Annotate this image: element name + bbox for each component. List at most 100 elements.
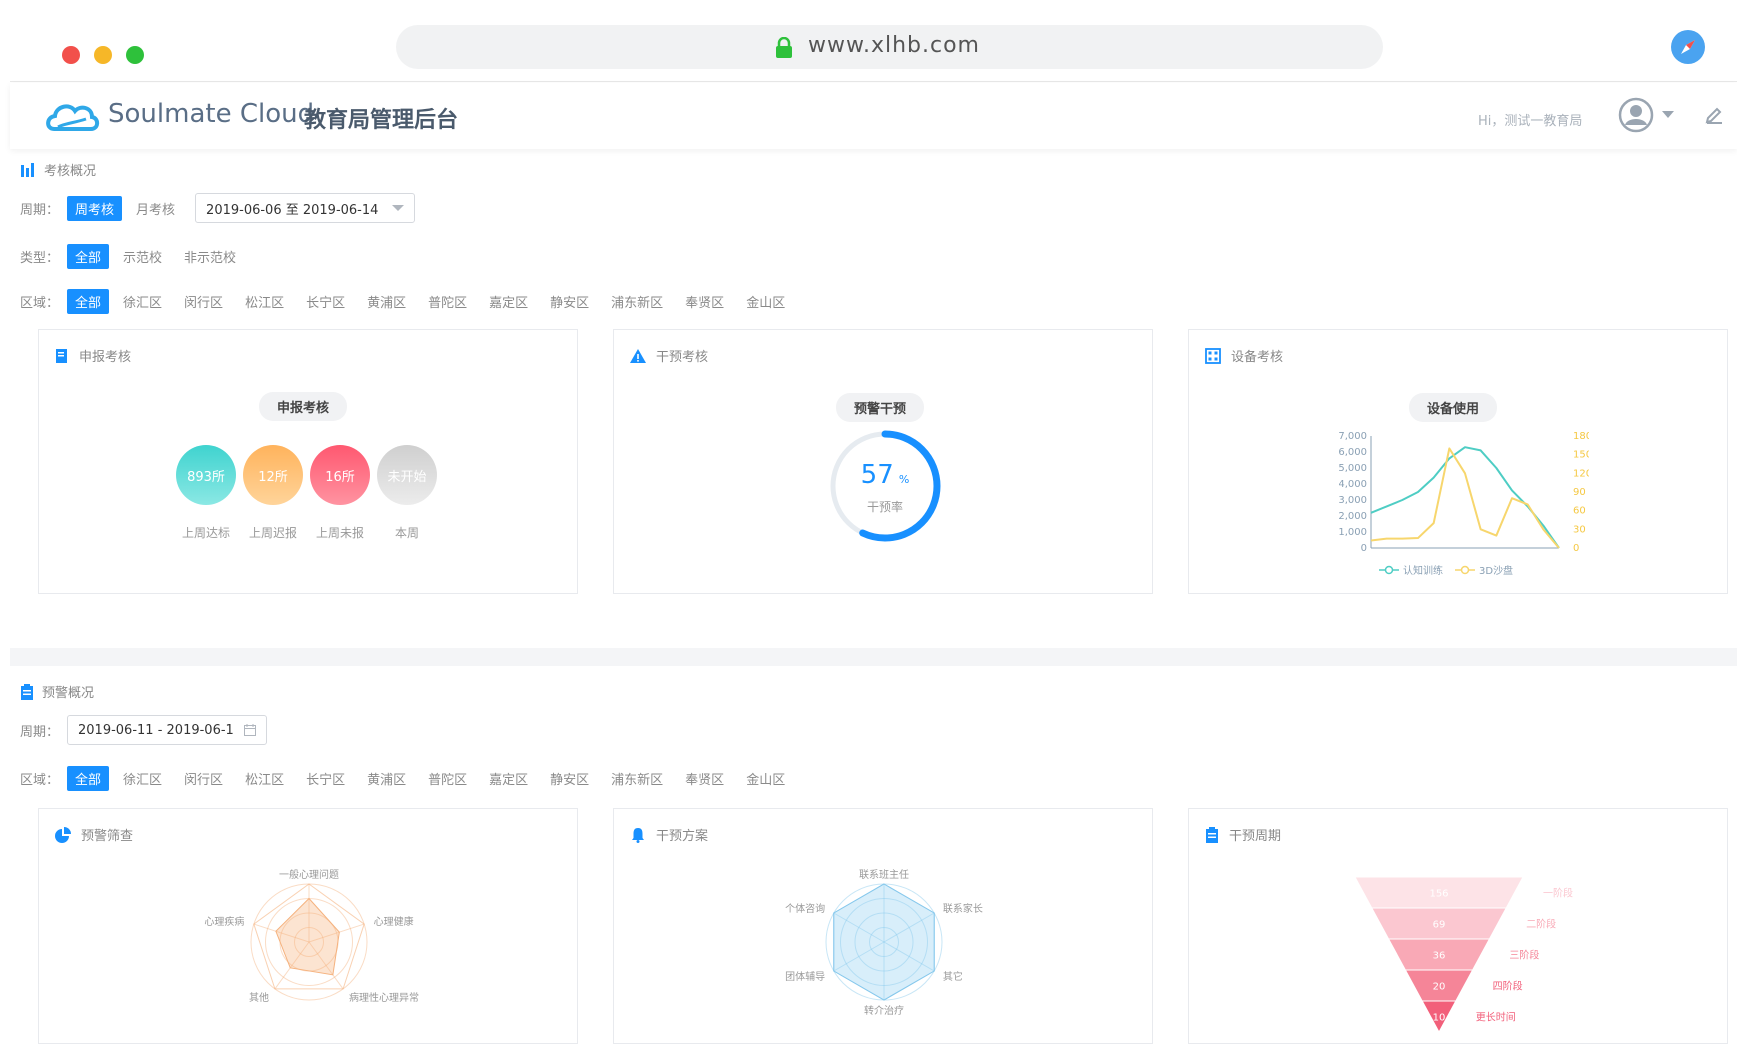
type-option-non-demo[interactable]: 非示范校 — [176, 244, 244, 269]
plan-radar-chart: 联系班主任联系家长其它转介治疗 团体辅导 个体咨询 — [785, 868, 983, 1017]
district-option[interactable]: 徐汇区 — [115, 766, 170, 791]
radar-indicator-label: 其他 — [249, 991, 269, 1004]
legend-label: 3D沙盘 — [1479, 564, 1513, 577]
device-pill: 设备使用 — [1409, 393, 1498, 422]
district-option[interactable]: 静安区 — [542, 766, 597, 791]
legend-marker — [1460, 565, 1470, 575]
funnel-category-label: 三阶段 — [1509, 949, 1539, 962]
district-option[interactable]: 金山区 — [738, 766, 793, 791]
maximize-window-button[interactable] — [126, 46, 144, 64]
district-option[interactable]: 嘉定区 — [481, 766, 536, 791]
status-circle-late: 12所 — [243, 445, 303, 505]
radar-indicator-label: 其它 — [943, 970, 963, 983]
chevron-down-icon[interactable] — [1662, 111, 1674, 119]
warning-date-range-input[interactable]: 2019-06-11 - 2019-06-1 — [67, 715, 267, 745]
district-option[interactable]: 静安区 — [542, 289, 597, 314]
district-option[interactable]: 闵行区 — [176, 766, 231, 791]
y-tick-right: 0 — [1573, 543, 1579, 554]
edit-icon[interactable] — [1704, 105, 1724, 125]
legend-label: 认知训练 — [1403, 564, 1443, 577]
district-option[interactable]: 徐汇区 — [115, 289, 170, 314]
type-filter: 类型： 全部 示范校 非示范校 — [20, 244, 250, 269]
district-option[interactable]: 黄浦区 — [359, 766, 414, 791]
radar-indicator-label: 联系家长 — [943, 902, 983, 915]
funnel-value-label: 156 — [1429, 889, 1448, 900]
user-avatar-icon[interactable] — [1618, 97, 1654, 133]
warning-district-filter: 区域： 全部 徐汇区 闵行区 松江区 长宁区 黄浦区 普陀区 嘉定区 静安区 浦… — [20, 766, 799, 791]
intervene-pill: 预警干预 — [836, 393, 925, 422]
y-tick-right: 60 — [1573, 506, 1586, 517]
radar-indicator-label: 一般心理问题 — [279, 868, 339, 881]
status-label: 上周达标 — [181, 526, 230, 540]
radar-indicator-label: 团体辅导 — [785, 970, 825, 983]
status-label: 上周未报 — [315, 526, 364, 540]
browser-chrome: www.xlhb.com — [10, 10, 1737, 82]
y-tick-right: 150 — [1573, 450, 1589, 461]
district-option[interactable]: 松江区 — [237, 289, 292, 314]
url-text: www.xlhb.com — [808, 33, 980, 58]
pie-chart-icon — [55, 826, 71, 843]
district-option[interactable]: 全部 — [67, 766, 110, 791]
district-option[interactable]: 金山区 — [738, 289, 793, 314]
funnel-category-label: 更长时间 — [1476, 1011, 1516, 1024]
compass-icon[interactable] — [1671, 30, 1705, 64]
district-option[interactable]: 长宁区 — [298, 766, 353, 791]
close-window-button[interactable] — [62, 46, 80, 64]
y-tick-right: 90 — [1573, 487, 1586, 498]
district-option[interactable]: 长宁区 — [298, 289, 353, 314]
screening-radar-chart: 一般心理问题心理健康病理性心理异常 其他 心理疾病 — [204, 868, 419, 1004]
status-circle-not-started: 未开始 — [377, 445, 437, 505]
district-option[interactable]: 松江区 — [237, 766, 292, 791]
district-option[interactable]: 浦东新区 — [603, 766, 671, 791]
y-tick-left: 6,000 — [1339, 447, 1367, 458]
district-option[interactable]: 普陀区 — [420, 289, 475, 314]
series-line — [1370, 446, 1560, 549]
type-option-demo[interactable]: 示范校 — [115, 244, 170, 269]
radar-indicator-label: 联系班主任 — [859, 868, 909, 881]
warning-overview-title: 预警概况 — [20, 682, 94, 701]
y-tick-left: 4,000 — [1339, 479, 1367, 490]
period-option-monthly[interactable]: 月考核 — [128, 196, 183, 221]
section-divider — [10, 648, 1737, 666]
intervene-rate-caption: 干预率 — [866, 500, 903, 514]
district-option[interactable]: 奉贤区 — [677, 289, 732, 314]
radar-indicator-label: 病理性心理异常 — [349, 991, 419, 1004]
type-option-all[interactable]: 全部 — [67, 244, 110, 269]
radar-indicator-label: 个体咨询 — [785, 902, 825, 915]
clipboard-icon — [21, 683, 33, 700]
district-option[interactable]: 黄浦区 — [359, 289, 414, 314]
district-option[interactable]: 全部 — [67, 289, 110, 314]
legend-marker — [1384, 565, 1394, 575]
status-circle-missing: 16所 — [310, 445, 370, 505]
bar-chart-icon — [21, 162, 34, 177]
minimize-window-button[interactable] — [94, 46, 112, 64]
cloud-logo-icon — [46, 104, 100, 131]
district-option[interactable]: 浦东新区 — [603, 289, 671, 314]
status-label: 本周 — [394, 526, 419, 540]
radar-series-area — [833, 883, 935, 1001]
funnel-category-label: 二阶段 — [1526, 918, 1556, 931]
bell-icon — [632, 827, 644, 843]
address-bar[interactable]: www.xlhb.com — [396, 25, 1383, 69]
funnel-category-label: 四阶段 — [1493, 980, 1523, 993]
district-option[interactable]: 嘉定区 — [481, 289, 536, 314]
exam-overview-title: 考核概况 — [20, 160, 96, 179]
app-header: Soulmate Cloud 教育局管理后台 Hi，测试一教育局 — [10, 83, 1737, 149]
period-option-weekly[interactable]: 周考核 — [67, 195, 123, 221]
intervene-rate-value: 57 — [860, 460, 894, 490]
district-option[interactable]: 普陀区 — [420, 766, 475, 791]
system-title: 教育局管理后台 — [304, 108, 459, 133]
district-option[interactable]: 奉贤区 — [677, 766, 732, 791]
status-circle-on-time: 893所 — [176, 445, 236, 505]
report-doc-icon — [56, 348, 67, 363]
y-tick-right: 180 — [1573, 431, 1589, 442]
intervene-exam-card: 干预考核 预警干预 57 % 干预率 — [613, 329, 1153, 594]
y-tick-left: 3,000 — [1339, 495, 1367, 506]
funnel-category-label: 一阶段 — [1543, 887, 1573, 900]
district-option[interactable]: 闵行区 — [176, 289, 231, 314]
chevron-down-icon — [392, 204, 405, 211]
y-tick-left: 1,000 — [1339, 527, 1367, 538]
radar-indicator-label: 心理疾病 — [204, 915, 244, 928]
radar-indicator-label: 心理健康 — [374, 915, 414, 928]
date-range-select[interactable]: 2019-06-06 至 2019-06-14 — [195, 193, 416, 223]
